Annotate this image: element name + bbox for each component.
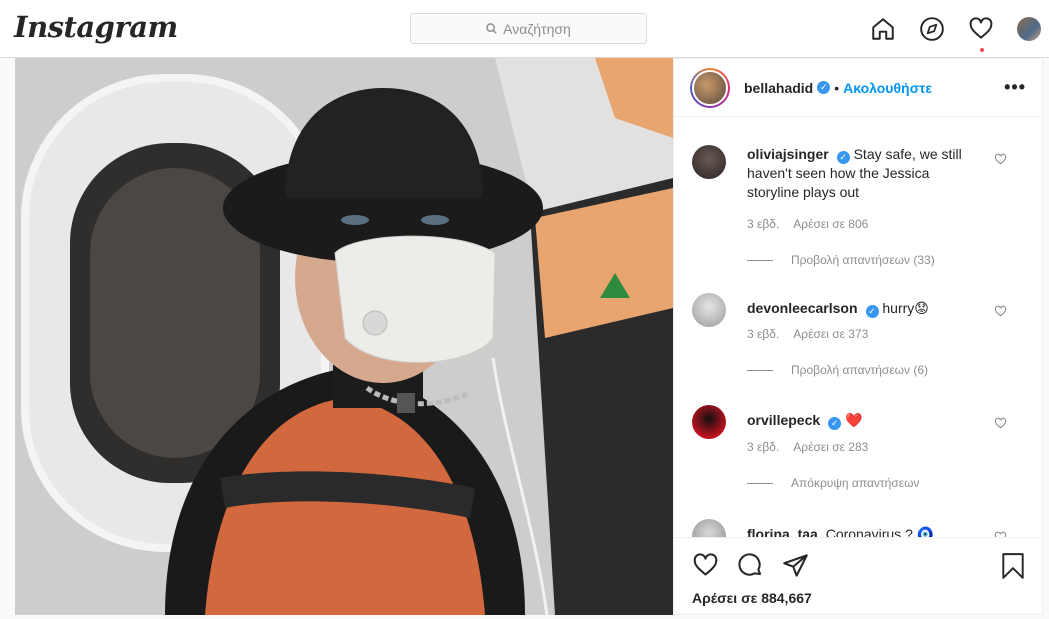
search-placeholder: Αναζήτηση bbox=[503, 20, 571, 37]
comment-bubble-icon[interactable] bbox=[737, 552, 764, 579]
comment-content: ❤️ bbox=[845, 412, 863, 428]
commenter-username[interactable]: oliviajsinger bbox=[747, 146, 829, 162]
verified-badge-icon: ✓ bbox=[817, 81, 831, 94]
activity-heart-icon[interactable] bbox=[968, 16, 994, 42]
comment-text: florina_taa Coronavirus ? 🧿 bbox=[747, 525, 982, 537]
replies-label: Προβολή απαντήσεων (33) bbox=[791, 253, 935, 267]
commenter-avatar[interactable] bbox=[692, 519, 726, 537]
comment-age: 3 εβδ. bbox=[747, 440, 780, 454]
share-paper-plane-icon[interactable] bbox=[782, 552, 809, 579]
instagram-logo[interactable]: Instagram bbox=[14, 10, 178, 44]
comment-likes[interactable]: Αρέσει σε 373 bbox=[793, 327, 868, 341]
commenter-avatar[interactable] bbox=[692, 405, 726, 439]
like-heart-icon[interactable] bbox=[692, 552, 719, 579]
comment-likes[interactable]: Αρέσει σε 806 bbox=[793, 217, 868, 231]
comment-content: hurry😟 bbox=[882, 300, 929, 316]
commenter-username[interactable]: orvillepeck bbox=[747, 412, 820, 428]
comments-list[interactable]: oliviajsinger ✓ Stay safe, we still haven… bbox=[674, 117, 1042, 537]
author-username[interactable]: bellahadid bbox=[744, 80, 813, 96]
commenter-avatar[interactable] bbox=[692, 293, 726, 327]
view-replies-button[interactable]: Προβολή απαντήσεων (33) bbox=[747, 253, 935, 267]
comment-text: orvillepeck ✓ ❤️ bbox=[747, 411, 982, 430]
comment-like-heart-icon[interactable] bbox=[994, 417, 1007, 430]
verified-badge-icon: ✓ bbox=[828, 417, 842, 430]
comment-content: Coronavirus ? 🧿 bbox=[825, 526, 935, 537]
save-bookmark-icon[interactable] bbox=[1000, 552, 1026, 580]
comment-text: oliviajsinger ✓ Stay safe, we still haven… bbox=[747, 145, 982, 202]
follow-button[interactable]: Ακολουθήστε bbox=[843, 80, 932, 96]
top-navigation-bar: Instagram Αναζήτηση bbox=[0, 0, 1049, 58]
likes-count[interactable]: Αρέσει σε 884,667 bbox=[692, 590, 812, 606]
commenter-username[interactable]: florina_taa bbox=[747, 526, 818, 537]
post-image[interactable] bbox=[15, 58, 673, 615]
comment-likes[interactable]: Αρέσει σε 283 bbox=[793, 440, 868, 454]
verified-badge-icon: ✓ bbox=[836, 151, 850, 164]
explore-icon[interactable] bbox=[919, 16, 945, 42]
more-options-icon[interactable]: ••• bbox=[1004, 77, 1026, 98]
verified-badge-icon: ✓ bbox=[865, 305, 879, 318]
comment-meta: 3 εβδ. Αρέσει σε 806 bbox=[747, 217, 882, 231]
hide-replies-button[interactable]: Απόκρυψη απαντήσεων bbox=[747, 476, 919, 490]
comment-age: 3 εβδ. bbox=[747, 327, 780, 341]
commenter-username[interactable]: devonleecarlson bbox=[747, 300, 858, 316]
comment-meta: 3 εβδ. Αρέσει σε 373 bbox=[747, 327, 882, 341]
post-side-panel: bellahadid ✓ • Ακολουθήστε ••• oliviajsi… bbox=[673, 58, 1043, 615]
search-input[interactable]: Αναζήτηση bbox=[410, 13, 647, 44]
replies-label: Απόκρυψη απαντήσεων bbox=[791, 476, 920, 490]
separator-dot: • bbox=[834, 79, 840, 96]
author-avatar[interactable] bbox=[690, 67, 730, 108]
comment-age: 3 εβδ. bbox=[747, 217, 780, 231]
comment-like-heart-icon[interactable] bbox=[994, 153, 1007, 166]
notification-dot bbox=[980, 48, 984, 52]
comment-meta: 3 εβδ. Αρέσει σε 283 bbox=[747, 440, 882, 454]
commenter-avatar[interactable] bbox=[692, 145, 726, 179]
view-replies-button[interactable]: Προβολή απαντήσεων (6) bbox=[747, 363, 928, 377]
replies-label: Προβολή απαντήσεων (6) bbox=[791, 363, 929, 377]
comment-text: devonleecarlson ✓ hurry😟 bbox=[747, 299, 982, 318]
search-icon bbox=[486, 23, 497, 34]
home-icon[interactable] bbox=[870, 16, 896, 42]
comment-like-heart-icon[interactable] bbox=[994, 305, 1007, 318]
post-actions: Αρέσει σε 884,667 bbox=[674, 537, 1042, 616]
post-header: bellahadid ✓ • Ακολουθήστε ••• bbox=[674, 59, 1042, 117]
profile-avatar[interactable] bbox=[1017, 17, 1041, 41]
